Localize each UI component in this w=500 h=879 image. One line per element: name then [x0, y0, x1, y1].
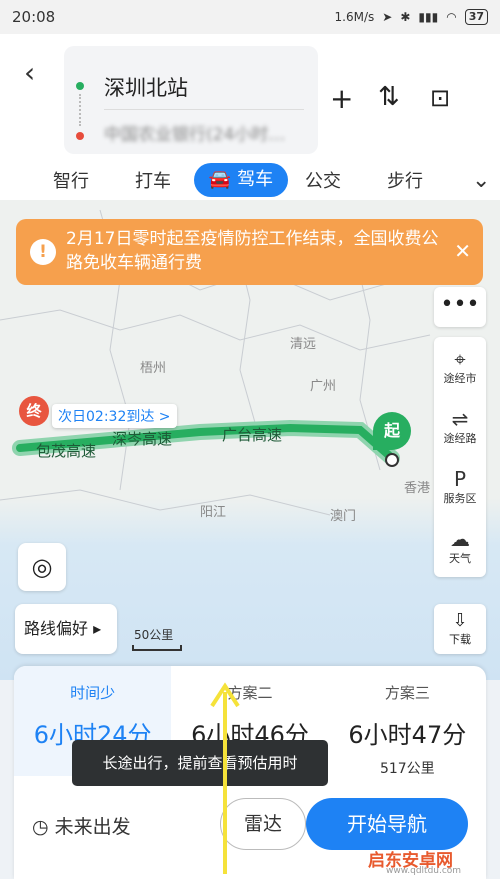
tab-smart[interactable]: 智行 [30, 167, 112, 193]
bluetooth-icon: ✱ [400, 10, 411, 24]
chevron-down-icon[interactable]: ⌄ [472, 168, 490, 193]
mode-tabs: 智行 打车 🚘 驾车 公交 步行 ⌄ [0, 162, 500, 198]
caret-right-icon: ▸ [93, 619, 102, 638]
start-marker [385, 453, 399, 467]
download-button[interactable]: ⇩ 下载 [434, 604, 486, 654]
watermark-url: www.qdltdu.com [386, 866, 462, 876]
route-icon: ⇌ [451, 407, 469, 431]
status-time: 20:08 [12, 8, 56, 26]
place-label: 阳江 [200, 505, 226, 520]
plan-distance: 517公里 [379, 761, 435, 777]
tab-taxi[interactable]: 打车 [112, 167, 194, 193]
field-divider [104, 109, 304, 110]
end-pin: 终 [19, 396, 49, 426]
map-tools: ••• ⌖ 途经市 ⇌ 途经路 P 服务区 ☁ 天气 [434, 287, 486, 587]
origin-field[interactable]: 深圳北站 [104, 72, 188, 102]
place-label: 广州 [310, 379, 336, 394]
route-connector [79, 94, 81, 126]
notice-text: 2月17日零时起至疫情防控工作结束，全国收费公路免收车辆通行费 [66, 229, 439, 273]
plan-label: 方案三 [384, 684, 430, 702]
route-tools: ⌖ 途经市 ⇌ 途经路 P 服务区 ☁ 天气 [434, 337, 486, 577]
status-bar: 20:08 1.6M/s ➤ ✱ ▮▮▮ ◠ 37 [0, 0, 500, 34]
download-icon: ⇩ [452, 610, 468, 631]
future-departure-label: 未来出发 [54, 816, 131, 838]
waypoint-road-label: 途经路 [443, 432, 477, 445]
cloud-icon: ☁ [450, 527, 470, 551]
start-navigation-button[interactable]: 开始导航 [306, 798, 468, 850]
service-area-button[interactable]: P 服务区 [434, 457, 486, 517]
place-label: 清远 [290, 337, 316, 352]
route-preference-button[interactable]: 路线偏好 ▸ [15, 604, 117, 654]
tab-drive[interactable]: 🚘 驾车 [194, 163, 288, 197]
place-label: 梧州 [140, 361, 166, 376]
map-scale: 50公里 [134, 628, 174, 642]
destination-dot-icon [76, 132, 84, 140]
parking-icon: P [453, 467, 467, 491]
pin-icon: ⌖ [454, 347, 466, 371]
tab-drive-label: 驾车 [237, 169, 274, 190]
net-speed: 1.6M/s [334, 10, 375, 24]
status-icons: 1.6M/s ➤ ✱ ▮▮▮ ◠ 37 [335, 9, 488, 25]
car-icon: 🚘 [208, 169, 232, 190]
annotation-arrow-icon [210, 682, 240, 874]
tab-transit[interactable]: 公交 [282, 167, 364, 193]
weather-button[interactable]: ☁ 天气 [434, 517, 486, 577]
plan-option[interactable]: 方案三 6小时47分 517公里 [329, 666, 486, 777]
battery-icon: 37 [464, 9, 488, 25]
info-icon: ! [30, 239, 56, 265]
road-label: 包茂高速 [36, 442, 96, 460]
wifi-icon: ◠ [446, 10, 457, 24]
place-label: 澳门 [330, 508, 356, 524]
swap-route-icon[interactable]: ⇅ [378, 82, 400, 112]
location-icon: ➤ [382, 10, 393, 24]
road-label: 广台高速 [222, 426, 282, 444]
route-city-button[interactable]: ⌖ 途经市 [434, 337, 486, 397]
waypoint-road-button[interactable]: ⇌ 途经路 [434, 397, 486, 457]
future-departure-button[interactable]: ◷ 未来出发 [32, 812, 131, 839]
service-area-label: 服务区 [443, 492, 477, 505]
place-label: 香港 [404, 481, 430, 496]
add-waypoint-icon[interactable]: + [330, 82, 353, 115]
route-city-label: 途经市 [443, 372, 477, 385]
origin-dot-icon [76, 82, 84, 90]
route-preference-label: 路线偏好 [24, 619, 89, 638]
clock-icon: ◷ [32, 816, 49, 838]
download-label: 下载 [449, 633, 471, 646]
arrival-tag[interactable]: 次日02:32到达 > [52, 404, 177, 428]
tab-walk[interactable]: 步行 [364, 167, 446, 193]
start-pin: 起 [373, 412, 411, 450]
road-label: 深岑高速 [112, 430, 172, 448]
plan-duration: 6小时47分 [348, 721, 467, 749]
notice-banner: ! 2月17日零时起至疫情防控工作结束，全国收费公路免收车辆通行费 ✕ [16, 219, 483, 285]
scale-bar [132, 645, 182, 651]
weather-label: 天气 [449, 552, 471, 565]
destination-field[interactable]: 中国农业银行(24小时… [104, 120, 285, 145]
plan-label: 时间少 [70, 684, 116, 702]
vehicle-icon[interactable]: ⊡ [430, 84, 450, 112]
back-arrow-icon[interactable]: ‹ [24, 56, 35, 89]
close-icon[interactable]: ✕ [454, 239, 471, 263]
route-box: 深圳北站 中国农业银行(24小时… [64, 46, 318, 154]
more-icon[interactable]: ••• [434, 287, 486, 327]
signal-icon: ▮▮▮ [418, 10, 439, 24]
locate-icon[interactable]: ◎ [18, 543, 66, 591]
route-header: ‹ 深圳北站 中国农业银行(24小时… + ⇅ ⊡ 智行 打车 🚘 驾车 公交 … [0, 34, 500, 200]
